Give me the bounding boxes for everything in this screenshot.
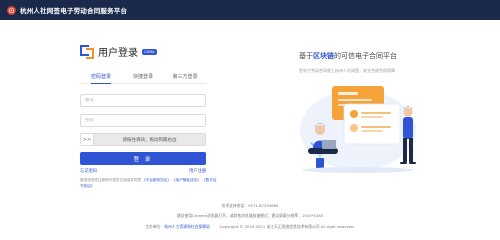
slider-hint: 请按住滑块，拖动到最右边 [122, 137, 177, 143]
hero-slogan: 基于区块链的可信电子合同平台 [299, 51, 397, 61]
hero-illustration [300, 86, 416, 173]
agreement-prefix: 登录或完成注册即代表您已阅读并同意 [80, 178, 142, 182]
register-link[interactable]: 用户注册 [189, 168, 206, 174]
brand-logo-icon [80, 44, 94, 59]
slogan-prefix: 基于 [299, 52, 313, 60]
slogan-suffix: 的可信电子合同平台 [334, 52, 397, 60]
login-title: 用户登录 [98, 48, 138, 59]
tab-quick-login[interactable]: 快捷登录 [122, 72, 164, 83]
slogan-highlight: 区块链 [313, 52, 334, 60]
app-title: 杭州人社网签电子劳动合同服务平台 [20, 7, 128, 15]
host-label: 主办单位： [145, 224, 165, 229]
tab-password-login[interactable]: 密码登录 [80, 72, 122, 84]
password-input[interactable] [85, 118, 205, 123]
host-link[interactable]: 杭州人力资源和社会保障局 [164, 224, 210, 229]
slider-captcha: >> 请按住滑块，拖动到最右边 [80, 133, 206, 146]
forgot-password-link[interactable]: 忘记密码 [80, 168, 97, 174]
login-header: 用户登录 CDMA [80, 44, 157, 59]
slider-handle[interactable]: >> [81, 134, 94, 145]
user-privacy-link[interactable]: 《用户隐私协议》 [172, 178, 201, 182]
account-field-wrapper [80, 94, 206, 107]
password-field-wrapper [80, 114, 206, 127]
login-tabs: 密码登录 快捷登录 第三方登录 [80, 72, 206, 84]
agreement-text: 登录或完成注册即代表您已阅读并同意 《平台服务协议》 《用户隐私协议》 《数字证… [80, 178, 220, 189]
support-phone: 技术支持电话：0571-87254669 [221, 203, 279, 208]
account-input[interactable] [85, 98, 205, 103]
emblem-icon [7, 5, 16, 15]
footer-bottom: 主办单位：杭州人力资源和社会保障局 Copyright © 2019-2021 … [0, 224, 500, 230]
browser-tip: 建议使用Chrome浏览器打开，或其他浏览器极速模式；建议屏幕分辨率：1920*… [176, 213, 324, 218]
brand-badge: CDMA [142, 48, 157, 55]
platform-agreement-link[interactable]: 《平台服务协议》 [142, 178, 171, 182]
top-navigation-bar: 杭州人社网签电子劳动合同服务平台 [0, 0, 500, 20]
login-button[interactable]: 登 录 [80, 152, 206, 165]
host-info: 主办单位：杭州人力资源和社会保障局 [145, 224, 210, 230]
tab-third-party-login[interactable]: 第三方登录 [164, 72, 206, 83]
hero-subtitle: 签电子劳动合同就上杭州人社网签，安全合规合同保障 [299, 68, 395, 73]
copyright: Copyright © 2019-2021 浙江天正思维信息技术有限公司 All… [219, 224, 355, 229]
